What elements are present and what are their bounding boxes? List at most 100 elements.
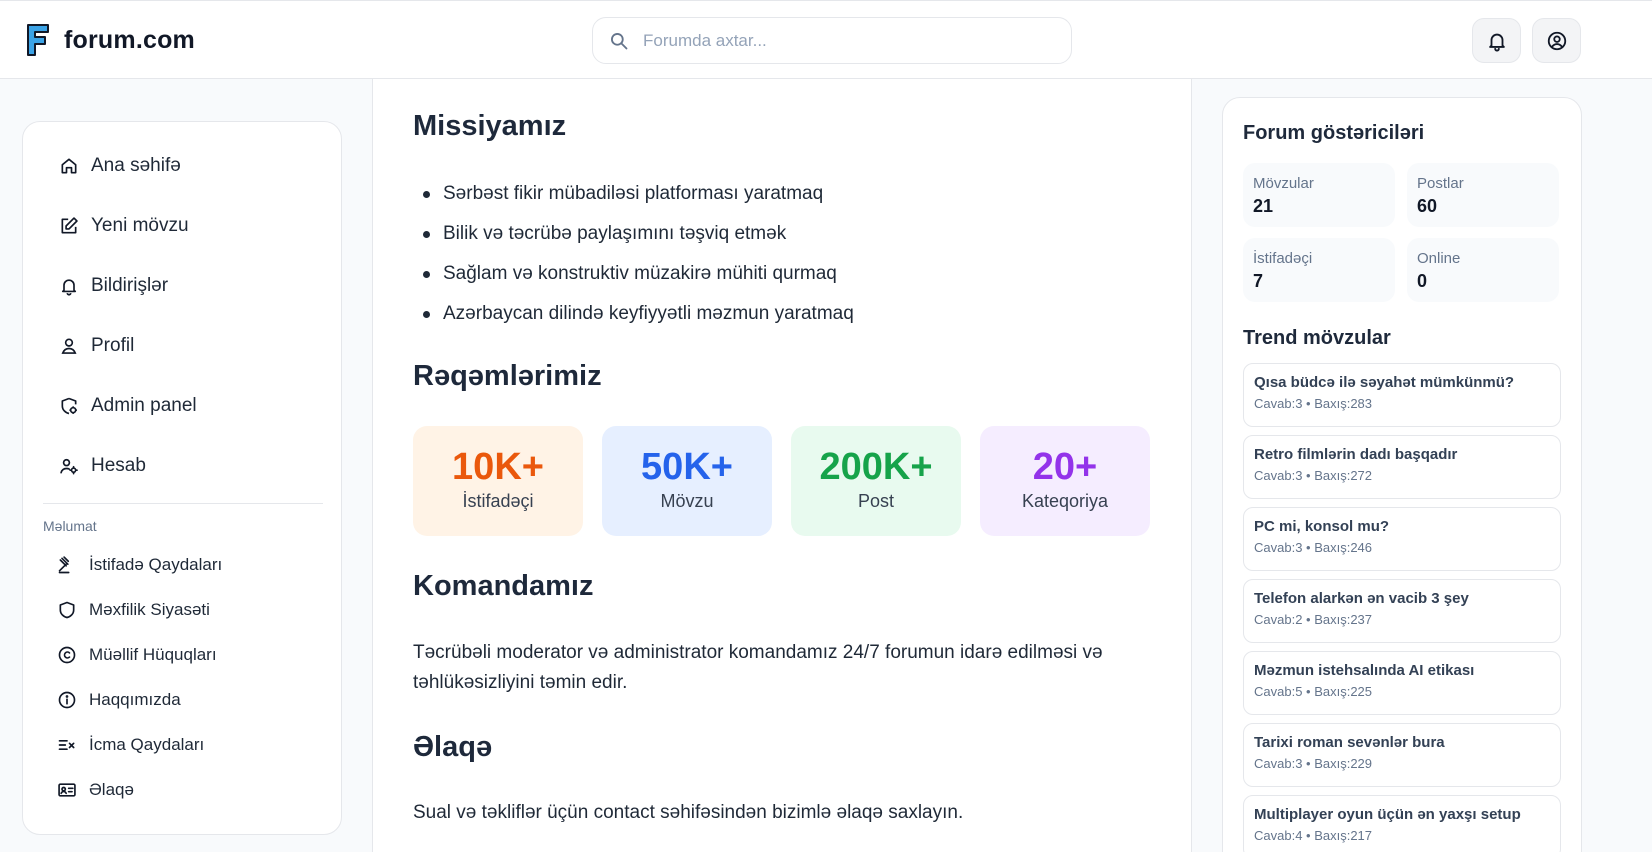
home-icon — [61, 158, 77, 174]
forum-stat-label: İstifadəçi — [1253, 250, 1313, 267]
numbers-heading: Rəqəmlərimiz — [413, 360, 602, 392]
stat-card-categories: 20+ Kateqoriya — [980, 426, 1150, 536]
info-icon — [58, 691, 76, 709]
trending-topic-meta: Cavab:2 • Baxış:237 — [1254, 612, 1373, 627]
shield-gear-icon — [61, 397, 77, 415]
stat-card-users: 10K+ İstifadəçi — [413, 426, 583, 536]
stat-value: 10K+ — [452, 446, 544, 488]
forum-logo-icon — [27, 24, 49, 56]
stat-label: Mövzu — [660, 491, 714, 511]
team-heading: Komandamız — [413, 570, 594, 602]
trending-topic-meta: Cavab:5 • Baxış:225 — [1254, 684, 1373, 699]
trending-topic[interactable]: Tarixi roman sevənlər bura Cavab:3 • Bax… — [1243, 723, 1561, 787]
team-text: Təcrübəli moderator və administrator kom… — [413, 642, 1103, 693]
sidebar-item-notifications[interactable]: Bildirişlər — [59, 275, 168, 297]
list-item: Sərbəst fikir mübadiləsi platforması yar… — [413, 179, 854, 219]
trending-topic[interactable]: PC mi, konsol mu? Cavab:3 • Baxış:246 — [1243, 507, 1561, 571]
sidebar-item-contact[interactable]: Əlaqə — [57, 780, 134, 800]
notifications-button[interactable] — [1472, 18, 1521, 63]
forum-stat-label: Postlar — [1417, 175, 1464, 192]
trending-topic-title: Məzmun istehsalında AI etikası — [1254, 662, 1475, 679]
sidebar-divider — [43, 503, 323, 504]
sidebar-item-label: Müəllif Hüquqları — [89, 645, 217, 664]
stat-card-topics: 50K+ Mövzu — [602, 426, 772, 536]
stat-value: 20+ — [1032, 446, 1098, 488]
trending-topic-title: Tarixi roman sevənlər bura — [1254, 734, 1445, 751]
sidebar-item-label: İcma Qaydaları — [89, 735, 205, 754]
bell-icon — [1488, 33, 1505, 52]
sidebar-item-privacy[interactable]: Məxfilik Siyasəti — [57, 600, 210, 620]
trending-topic-meta: Cavab:3 • Baxış:246 — [1254, 540, 1373, 555]
search-icon — [611, 32, 628, 49]
trending-topic-meta: Cavab:3 • Baxış:229 — [1254, 756, 1373, 771]
bell-icon — [61, 279, 77, 296]
sidebar-item-about[interactable]: Haqqımızda — [57, 690, 181, 710]
shield-icon — [59, 601, 75, 619]
account-button[interactable] — [1532, 18, 1581, 63]
forum-stat-value: 7 — [1253, 271, 1264, 291]
sidebar-item-account[interactable]: Hesab — [59, 455, 146, 477]
sidebar-item-new-topic[interactable]: Yeni mövzu — [59, 215, 189, 237]
sidebar-item-copyright[interactable]: Müəllif Hüquqları — [57, 645, 217, 665]
edit-icon — [61, 217, 78, 234]
user-icon — [61, 338, 77, 354]
sidebar-item-admin-panel[interactable]: Admin panel — [59, 395, 197, 417]
list-item: Bilik və təcrübə paylaşımını təşviq etmə… — [413, 219, 854, 259]
site-name: forum.com — [64, 25, 195, 54]
sidebar-item-label: Bildirişlər — [91, 275, 169, 296]
trending-topic-title: Multiplayer oyun üçün ən yaxşı setup — [1254, 806, 1521, 823]
search-input[interactable] — [643, 30, 1043, 51]
mission-list: Sərbəst fikir mübadiləsi platforması yar… — [413, 179, 854, 339]
mission-heading: Missiyamız — [413, 110, 567, 142]
sidebar-section-label: Məlumat — [43, 518, 97, 534]
gavel-icon — [58, 556, 70, 574]
sidebar-item-label: Hesab — [91, 455, 146, 476]
main-content: Missiyamız Sərbəst fikir mübadiləsi plat… — [372, 79, 1192, 852]
top-header: forum.com — [0, 0, 1652, 79]
stat-value: 200K+ — [819, 446, 933, 488]
trending-topic-title: Qısa büdcə ilə səyahət mümkünmü? — [1254, 374, 1515, 391]
sidebar-item-community-rules[interactable]: İcma Qaydaları — [57, 735, 204, 755]
contact-text: Sual və təkliflər üçün contact səhifəsin… — [413, 802, 964, 823]
list-item: Azərbaycan dilində keyfiyyətli məzmun ya… — [413, 299, 854, 339]
forum-stat-value: 21 — [1253, 196, 1274, 216]
list-check-icon — [58, 740, 75, 750]
user-circle-icon — [1547, 31, 1566, 50]
trending-topic[interactable]: Qısa büdcə ilə səyahət mümkünmü? Cavab:3… — [1243, 363, 1561, 427]
sidebar-item-profile[interactable]: Profil — [59, 335, 134, 357]
sidebar-item-label: Məxfilik Siyasəti — [89, 600, 210, 619]
trending-topic-title: Retro filmlərin dadı başqadır — [1254, 446, 1458, 463]
copyright-icon — [58, 646, 76, 664]
stat-label: İstifadəçi — [462, 491, 534, 511]
sidebar-item-label: Yeni mövzu — [91, 215, 189, 236]
trending-title: Trend mövzular — [1243, 327, 1391, 349]
trending-topic[interactable]: Multiplayer oyun üçün ən yaxşı setup Cav… — [1243, 795, 1561, 852]
search-bar[interactable] — [592, 17, 1072, 64]
sidebar-item-label: Admin panel — [91, 395, 197, 416]
forum-stat-online: Online 0 — [1407, 238, 1559, 302]
list-item: Sağlam və konstruktiv müzakirə mühiti qu… — [413, 259, 854, 299]
sidebar-item-home[interactable]: Ana səhifə — [59, 155, 181, 177]
stat-value: 50K+ — [641, 446, 733, 488]
trending-topic[interactable]: Retro filmlərin dadı başqadır Cavab:3 • … — [1243, 435, 1561, 499]
forum-stats-title: Forum göstəriciləri — [1243, 122, 1425, 144]
forum-stat-users: İstifadəçi 7 — [1243, 238, 1395, 302]
forum-stat-value: 0 — [1417, 271, 1428, 291]
trending-topic[interactable]: Telefon alarkən ən vacib 3 şey Cavab:2 •… — [1243, 579, 1561, 643]
forum-stat-label: Mövzular — [1253, 175, 1314, 192]
trending-topic-title: Telefon alarkən ən vacib 3 şey — [1254, 590, 1469, 607]
contact-card-icon — [58, 783, 76, 797]
forum-stat-topics: Mövzular 21 — [1243, 163, 1395, 227]
stat-card-posts: 200K+ Post — [791, 426, 961, 536]
sidebar-item-terms[interactable]: İstifadə Qaydaları — [57, 555, 222, 575]
forum-stat-label: Online — [1417, 250, 1461, 267]
forum-stat-value: 60 — [1417, 196, 1438, 216]
trending-topic-meta: Cavab:3 • Baxış:272 — [1254, 468, 1373, 483]
stat-label: Post — [857, 491, 895, 511]
sidebar-item-label: Ana səhifə — [91, 155, 181, 176]
stat-label: Kateqoriya — [1021, 491, 1109, 511]
site-logo[interactable]: forum.com — [26, 23, 195, 57]
trending-topic-meta: Cavab:4 • Baxış:217 — [1254, 828, 1373, 843]
sidebar-item-label: Profil — [91, 335, 135, 356]
trending-topic[interactable]: Məzmun istehsalında AI etikası Cavab:5 •… — [1243, 651, 1561, 715]
